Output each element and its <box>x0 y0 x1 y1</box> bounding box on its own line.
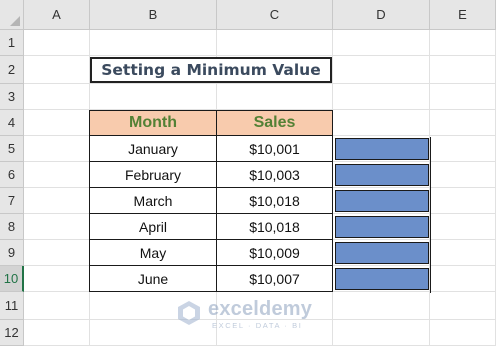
gridline <box>24 55 496 56</box>
data-bar <box>335 163 431 189</box>
column-header-b[interactable]: B <box>90 0 217 30</box>
month-cell[interactable]: January <box>89 136 217 162</box>
month-cell[interactable]: May <box>89 240 217 266</box>
data-bar-cell[interactable] <box>333 214 431 241</box>
column-header-d[interactable]: D <box>333 0 430 30</box>
column-header-a[interactable]: A <box>24 0 90 30</box>
sales-cell[interactable]: $10,007 <box>217 266 333 292</box>
watermark: exceldemy EXCEL · DATA · BI <box>176 298 326 334</box>
gridline <box>24 83 496 84</box>
row-header-3[interactable]: 3 <box>0 84 24 110</box>
data-bar-cell[interactable] <box>333 136 431 163</box>
data-bar-cell[interactable] <box>333 188 431 215</box>
exceldemy-logo-icon <box>178 301 200 325</box>
sales-cell[interactable]: $10,018 <box>217 214 333 240</box>
row-header-7[interactable]: 7 <box>0 188 24 214</box>
month-cell[interactable]: March <box>89 188 217 214</box>
month-cell[interactable]: June <box>89 266 217 292</box>
row-header-2[interactable]: 2 <box>0 56 24 84</box>
row-header-4[interactable]: 4 <box>0 110 24 136</box>
sales-cell[interactable]: $10,001 <box>217 136 333 162</box>
data-bar <box>335 241 431 267</box>
column-header-c[interactable]: C <box>217 0 333 30</box>
watermark-tagline: EXCEL · DATA · BI <box>212 321 303 330</box>
data-bar <box>335 189 431 215</box>
sales-cell[interactable]: $10,018 <box>217 188 333 214</box>
data-bar <box>335 215 431 241</box>
data-bar <box>335 267 431 293</box>
data-bar-cell[interactable] <box>333 162 431 189</box>
watermark-name: exceldemy <box>208 298 313 320</box>
row-header-8[interactable]: 8 <box>0 214 24 240</box>
sales-cell[interactable]: $10,009 <box>217 240 333 266</box>
row-header-11[interactable]: 11 <box>0 292 24 320</box>
data-bar-cell[interactable] <box>333 266 431 293</box>
sales-cell[interactable]: $10,003 <box>217 162 333 188</box>
data-bar-cell[interactable] <box>333 240 431 267</box>
row-header-6[interactable]: 6 <box>0 162 24 188</box>
select-all-corner[interactable] <box>0 0 24 30</box>
row-header-1[interactable]: 1 <box>0 30 24 56</box>
month-header-cell[interactable]: Month <box>89 110 217 136</box>
row-header-9[interactable]: 9 <box>0 240 24 266</box>
month-cell[interactable]: April <box>89 214 217 240</box>
row-header-5[interactable]: 5 <box>0 136 24 162</box>
row-header-12[interactable]: 12 <box>0 320 24 346</box>
spreadsheet: A B C D E 1 2 3 4 5 6 7 8 9 10 11 12 Set… <box>0 0 496 346</box>
sales-header-cell[interactable]: Sales <box>217 110 333 136</box>
column-header-e[interactable]: E <box>430 0 496 30</box>
month-cell[interactable]: February <box>89 162 217 188</box>
row-header-10[interactable]: 10 <box>0 266 24 292</box>
sheet-title[interactable]: Setting a Minimum Value <box>90 57 332 83</box>
data-bar <box>335 137 431 163</box>
